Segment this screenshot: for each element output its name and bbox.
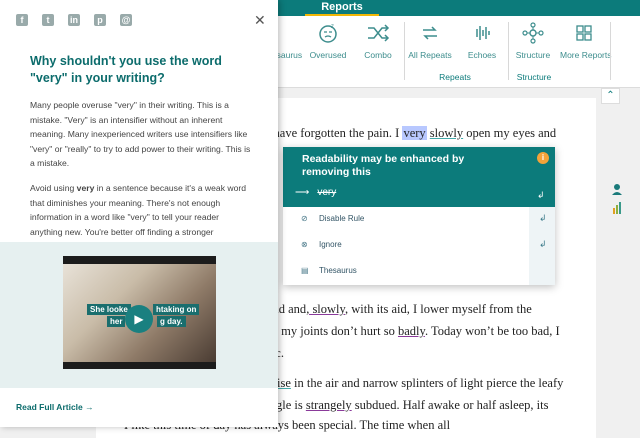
article-paragraph: Many people overuse "very" in their writ… xyxy=(30,100,251,169)
ignore-button[interactable]: ⊗ Ignore xyxy=(301,240,342,249)
user-icon[interactable] xyxy=(612,184,622,195)
structure-icon xyxy=(522,22,544,44)
return-arrow-icon[interactable]: ↲ xyxy=(537,190,545,201)
article-panel: f t in p @ ✕ Why shouldn't you use the w… xyxy=(0,0,278,427)
document-line[interactable]: ound and, slowly, with its aid, I lower … xyxy=(260,302,532,317)
video-section: She looke htaking on her g day. ▶ xyxy=(0,242,278,388)
group-label-structure: Structure xyxy=(516,72,552,82)
play-icon[interactable]: ▶ xyxy=(125,305,153,333)
twitter-icon[interactable]: t xyxy=(42,14,54,26)
x-circle-icon: ⊗ xyxy=(301,240,308,249)
echoes-icon xyxy=(476,26,490,40)
flagged-word[interactable]: slowly xyxy=(430,126,463,140)
email-icon[interactable]: @ xyxy=(120,14,132,26)
divider xyxy=(404,22,405,80)
disable-rule-button[interactable]: ⊘ Disable Rule xyxy=(301,214,364,223)
article-paragraph: Avoid using very in a sentence because i… xyxy=(30,183,247,237)
all-repeats-icon xyxy=(423,26,437,40)
more-reports-icon xyxy=(576,25,592,41)
video-player[interactable]: She looke htaking on her g day. ▶ xyxy=(63,256,216,369)
video-thumbnail: She looke htaking on her g day. ▶ xyxy=(63,264,216,362)
facebook-icon[interactable]: f xyxy=(16,14,28,26)
read-full-article-link[interactable]: Read Full Article → xyxy=(16,402,94,412)
structure-button[interactable]: Structure xyxy=(512,22,554,62)
suggestion-row[interactable]: ⟶ very xyxy=(295,187,336,198)
article-title: Why shouldn't you use the word "very" in… xyxy=(30,54,222,85)
overused-button[interactable]: z Overused xyxy=(308,22,348,62)
video-caption: g day. xyxy=(157,316,186,327)
document-line[interactable]: , I have forgotten the pain. I very slow… xyxy=(260,126,556,141)
popup-title: Readability may be enhanced by removing … xyxy=(302,153,465,178)
share-bar: f t in p @ xyxy=(16,14,132,28)
return-arrow-icon[interactable]: ↲ xyxy=(539,213,547,224)
collapse-toolbar-button[interactable]: ⌃ xyxy=(601,88,620,104)
divider xyxy=(508,22,509,80)
highlighted-word[interactable]: very xyxy=(402,126,427,140)
suggestion-popup: Readability may be enhanced by removing … xyxy=(283,147,555,285)
flagged-word[interactable]: strangely xyxy=(306,398,352,412)
echoes-button[interactable]: Echoes xyxy=(462,22,502,62)
popup-header: Readability may be enhanced by removing … xyxy=(283,147,555,207)
divider xyxy=(610,22,611,80)
chevron-up-icon: ⌃ xyxy=(606,90,615,101)
group-label-repeats: Repeats xyxy=(439,72,471,82)
document-line[interactable]: one my joints don’t hurt so badly. Today… xyxy=(260,324,560,339)
flagged-word[interactable]: badly xyxy=(398,324,425,338)
close-icon[interactable]: ✕ xyxy=(254,12,266,29)
book-icon: ▤ xyxy=(301,266,309,275)
document-line[interactable]: to rise in the air and narrow splinters … xyxy=(260,376,563,391)
thesaurus-action-button[interactable]: ▤ Thesaurus xyxy=(301,266,357,275)
right-sidebar xyxy=(606,178,628,226)
eye-off-icon: ⊘ xyxy=(301,214,308,223)
arrow-right-icon: ⟶ xyxy=(295,187,310,198)
video-caption: htaking on xyxy=(153,304,200,315)
linkedin-icon[interactable]: in xyxy=(68,14,80,26)
tab-reports[interactable]: Reports xyxy=(305,0,379,16)
overused-icon: z xyxy=(319,24,337,43)
flagged-word[interactable]: , slowly xyxy=(306,302,345,316)
pinterest-icon[interactable]: p xyxy=(94,14,106,26)
all-repeats-button[interactable]: All Repeats xyxy=(408,22,452,62)
document-line[interactable]: jungle is strangely subdued. Half awake … xyxy=(260,398,548,413)
more-reports-button[interactable]: More Reports xyxy=(560,22,612,62)
stats-icon[interactable] xyxy=(613,202,621,214)
suggestion-word: very xyxy=(317,187,337,198)
combo-button[interactable]: Combo xyxy=(360,22,396,62)
video-caption: She looke xyxy=(87,304,131,315)
return-arrow-icon[interactable]: ↲ xyxy=(539,239,547,250)
combo-icon xyxy=(368,24,390,42)
info-icon[interactable]: i xyxy=(537,152,549,164)
svg-text:z: z xyxy=(331,24,334,30)
video-caption: her xyxy=(107,316,126,327)
